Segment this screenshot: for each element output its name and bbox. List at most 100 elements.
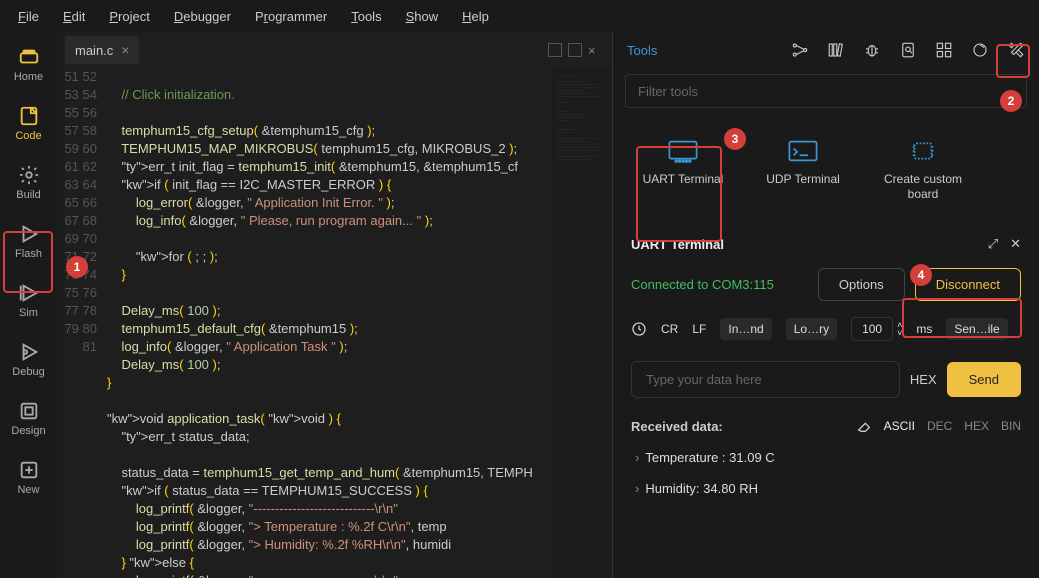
tile-label: Create custom board bbox=[877, 172, 969, 202]
menu-help[interactable]: Help bbox=[452, 5, 499, 28]
send-button[interactable]: Send bbox=[947, 362, 1021, 397]
cr-toggle[interactable]: CR bbox=[661, 322, 678, 336]
bug-icon[interactable] bbox=[863, 41, 881, 59]
sidebar-item-build[interactable]: Build bbox=[5, 160, 53, 205]
tools-icon[interactable] bbox=[1007, 41, 1025, 59]
sidebar-item-debug[interactable]: Debug bbox=[5, 337, 53, 382]
terminal-icon bbox=[666, 138, 700, 164]
minimap[interactable]: ▪▪▪▪▪▪▪▪▪▪▪▪▪▪▪▪▪▪▪▪▪▪▪▪▪▪▪▪ ▪▪▪▪▪▪▪▪▪▪▪… bbox=[552, 68, 612, 578]
search-icon[interactable] bbox=[899, 41, 917, 59]
ms-label: ms bbox=[916, 322, 932, 336]
tile-custom-board[interactable]: Create custom board bbox=[873, 128, 973, 212]
home-icon bbox=[18, 46, 40, 68]
tab-label: main.c bbox=[75, 43, 113, 58]
data-input[interactable]: Type your data here bbox=[631, 361, 900, 398]
refresh-icon[interactable] bbox=[971, 41, 989, 59]
menu-project[interactable]: Project bbox=[99, 5, 159, 28]
chip-icon bbox=[906, 138, 940, 164]
fmt-bin[interactable]: BIN bbox=[1001, 419, 1021, 433]
fmt-ascii[interactable]: ASCII bbox=[884, 419, 915, 433]
library-icon[interactable] bbox=[827, 41, 845, 59]
lf-toggle[interactable]: LF bbox=[692, 322, 706, 336]
sidebar-item-code[interactable]: Code bbox=[5, 101, 53, 146]
erase-icon[interactable] bbox=[856, 418, 872, 434]
tile-uart-terminal[interactable]: UART Terminal bbox=[633, 128, 733, 212]
code-body[interactable]: 51 52 53 54 55 56 57 58 59 60 61 62 63 6… bbox=[57, 68, 612, 578]
fmt-hex[interactable]: HEX bbox=[964, 419, 989, 433]
annotation-2: 2 bbox=[1000, 90, 1022, 112]
menubar: File Edit Project Debugger Programmer To… bbox=[0, 0, 1039, 32]
editor-area: main.c × × 51 52 53 54 55 56 57 58 59 60… bbox=[57, 32, 612, 578]
sidebar-label: Design bbox=[11, 425, 45, 437]
play-icon bbox=[18, 223, 40, 245]
stepper-arrows[interactable]: ˄˅ bbox=[897, 321, 902, 337]
input-placeholder: Type your data here bbox=[646, 372, 762, 387]
lineend-select[interactable]: In…nd bbox=[720, 318, 771, 340]
sendfile-select[interactable]: Sen…ile bbox=[946, 318, 1007, 340]
received-title: Received data: bbox=[631, 419, 844, 434]
sidebar-item-sim[interactable]: Sim bbox=[5, 278, 53, 323]
close-icon[interactable]: ✕ bbox=[1010, 236, 1021, 252]
right-panel-top: Tools bbox=[613, 32, 1039, 68]
sidebar-label: Flash bbox=[15, 248, 42, 260]
editor-layout-icons: × bbox=[548, 43, 602, 57]
layout-icon[interactable] bbox=[548, 43, 562, 57]
filter-placeholder: Filter tools bbox=[638, 84, 698, 99]
close-icon[interactable]: × bbox=[121, 42, 129, 58]
sidebar-label: New bbox=[17, 484, 39, 496]
received-line: ›Temperature : 31.09 C bbox=[635, 450, 1017, 465]
sidebar-item-design[interactable]: Design bbox=[5, 396, 53, 441]
fmt-dec[interactable]: DEC bbox=[927, 419, 952, 433]
input-row: Type your data here HEX Send bbox=[613, 351, 1039, 408]
tools-tab[interactable]: Tools bbox=[627, 43, 657, 58]
terminal-icon bbox=[786, 138, 820, 164]
right-panel: Tools Filter tools UART Terminal UDP Ter… bbox=[612, 32, 1039, 578]
options-button[interactable]: Options bbox=[818, 268, 905, 301]
sidebar-label: Debug bbox=[12, 366, 44, 378]
graph-icon[interactable] bbox=[791, 41, 809, 59]
uart-title: UART Terminal bbox=[631, 237, 724, 252]
sidebar: Home Code Build Flash Sim Debug Design N… bbox=[0, 32, 57, 578]
clock-icon[interactable] bbox=[631, 321, 647, 337]
tile-label: UART Terminal bbox=[643, 172, 724, 187]
sidebar-item-home[interactable]: Home bbox=[5, 42, 53, 87]
menu-file[interactable]: File bbox=[8, 5, 49, 28]
tab-main-c[interactable]: main.c × bbox=[65, 36, 139, 64]
tile-udp-terminal[interactable]: UDP Terminal bbox=[753, 128, 853, 212]
menu-programmer[interactable]: Programmer bbox=[245, 5, 337, 28]
tool-tiles: UART Terminal UDP Terminal Create custom… bbox=[613, 114, 1039, 226]
menu-debugger[interactable]: Debugger bbox=[164, 5, 241, 28]
interval-value[interactable]: 100 bbox=[851, 317, 893, 341]
line-gutter: 51 52 53 54 55 56 57 58 59 60 61 62 63 6… bbox=[57, 68, 107, 578]
sidebar-item-flash[interactable]: Flash bbox=[5, 219, 53, 264]
received-body: ›Temperature : 31.09 C ›Humidity: 34.80 … bbox=[613, 444, 1039, 502]
control-row: CR LF In…nd Lo…ry 100 ˄˅ ms Sen…ile bbox=[613, 307, 1039, 351]
code-lines[interactable]: // Click initialization. temphum15_cfg_s… bbox=[107, 68, 552, 578]
close-icon[interactable]: × bbox=[588, 43, 602, 57]
loop-select[interactable]: Lo…ry bbox=[786, 318, 837, 340]
connection-status: Connected to COM3:115 bbox=[631, 277, 808, 292]
grid-icon[interactable] bbox=[935, 41, 953, 59]
menu-edit[interactable]: Edit bbox=[53, 5, 95, 28]
expand-icon[interactable]: ⤢ bbox=[988, 236, 998, 252]
annotation-1: 1 bbox=[66, 256, 88, 278]
filter-input[interactable]: Filter tools bbox=[625, 74, 1027, 108]
menu-tools[interactable]: Tools bbox=[341, 5, 391, 28]
menu-show[interactable]: Show bbox=[396, 5, 449, 28]
sidebar-label: Code bbox=[15, 130, 41, 142]
sidebar-label: Home bbox=[14, 71, 43, 83]
received-header: Received data: ASCII DEC HEX BIN bbox=[613, 408, 1039, 444]
interval-stepper[interactable]: 100 ˄˅ bbox=[851, 317, 902, 341]
uart-header: UART Terminal ⤢ ✕ bbox=[613, 226, 1039, 262]
debug-icon bbox=[18, 341, 40, 363]
tile-label: UDP Terminal bbox=[766, 172, 840, 187]
sidebar-item-new[interactable]: New bbox=[5, 455, 53, 500]
connection-row: Connected to COM3:115 Options Disconnect bbox=[613, 262, 1039, 307]
hex-toggle[interactable]: HEX bbox=[910, 372, 937, 387]
sim-icon bbox=[18, 282, 40, 304]
annotation-4: 4 bbox=[910, 264, 932, 286]
received-line: ›Humidity: 34.80 RH bbox=[635, 481, 1017, 496]
annotation-3: 3 bbox=[724, 128, 746, 150]
layout-icon[interactable] bbox=[568, 43, 582, 57]
plus-icon bbox=[18, 459, 40, 481]
